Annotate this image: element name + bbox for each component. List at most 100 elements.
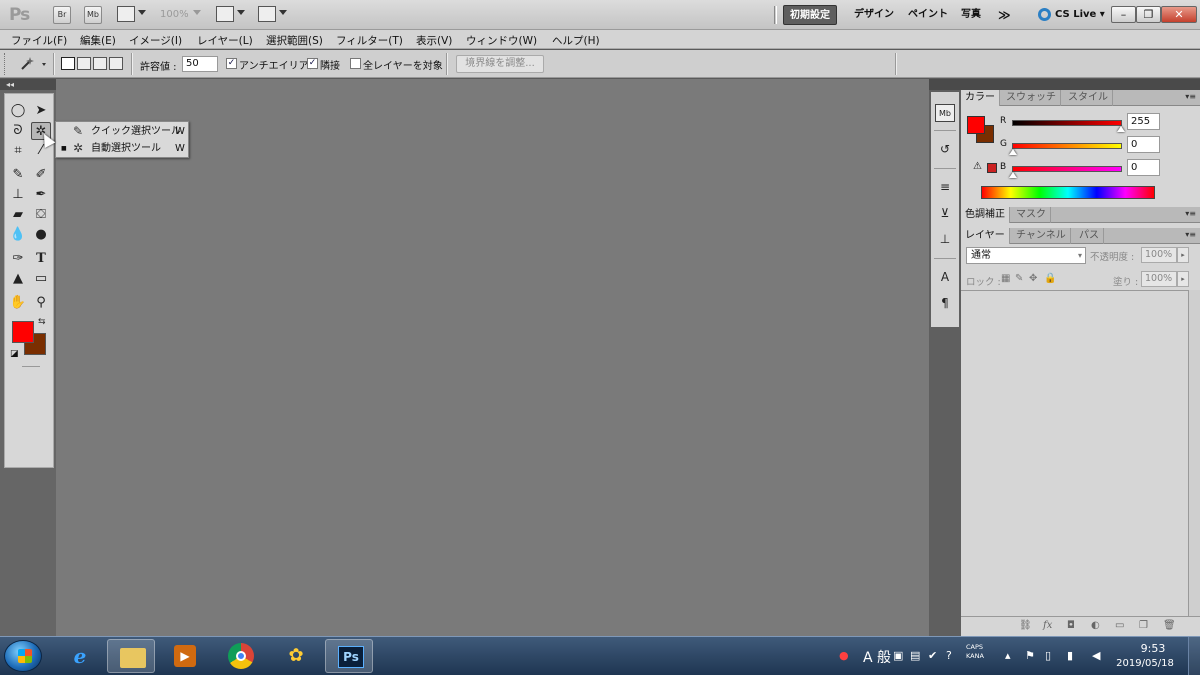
workspace-photography-button[interactable]: 写真	[955, 5, 987, 25]
tab-adjustments[interactable]: 色調補正	[961, 207, 1010, 223]
color-foreground-swatch[interactable]	[967, 116, 985, 134]
dock-collapse-button[interactable]	[929, 79, 961, 90]
slider-thumb[interactable]	[1009, 172, 1017, 178]
foreground-color-swatch[interactable]	[12, 321, 34, 343]
new-group-icon[interactable]: ▭	[1115, 620, 1124, 631]
tab-color[interactable]: カラー	[961, 90, 1000, 106]
new-layer-icon[interactable]: ❐	[1139, 620, 1148, 631]
blur-icon[interactable]: 💧	[8, 226, 28, 244]
fill-slider-arrow-icon[interactable]: ▸	[1177, 271, 1189, 287]
tool-presets-icon[interactable]: ⊥	[935, 230, 955, 248]
tab-masks[interactable]: マスク	[1012, 207, 1051, 223]
cs-live-button[interactable]: CS Live ▾	[1038, 6, 1105, 24]
color-spectrum-bar[interactable]	[981, 186, 1155, 199]
add-mask-icon[interactable]: ◘	[1067, 620, 1075, 631]
menu-file[interactable]: ファイル(F)	[11, 33, 67, 48]
sample-all-layers-checkbox[interactable]	[350, 58, 361, 69]
show-hidden-icons-icon[interactable]: ▴	[1005, 649, 1011, 662]
options-bar-grip[interactable]	[4, 53, 6, 75]
dodge-icon[interactable]: ●	[31, 226, 51, 244]
paint-taskbar-button[interactable]: ✿	[271, 639, 319, 673]
menu-window[interactable]: ウィンドウ(W)	[466, 33, 537, 48]
close-button[interactable]: ✕	[1161, 6, 1197, 23]
pen-icon[interactable]: ✑	[8, 250, 28, 268]
arrange-documents-icon[interactable]	[216, 6, 234, 22]
minimize-button[interactable]: –	[1111, 6, 1136, 23]
rectangle-shape-icon[interactable]: ▭	[31, 270, 51, 288]
refine-edge-button[interactable]: 境界線を調整...	[456, 55, 544, 73]
gamut-swatch[interactable]	[987, 163, 997, 173]
chevron-down-icon[interactable]	[138, 10, 146, 15]
chrome-taskbar-button[interactable]	[216, 639, 264, 673]
lock-image-icon[interactable]: ✎	[1015, 273, 1023, 284]
usb-device-icon[interactable]: ▯	[1045, 649, 1051, 662]
lock-transparent-icon[interactable]: ▦	[1001, 273, 1010, 284]
tab-styles[interactable]: スタイル	[1064, 90, 1113, 106]
paint-bucket-icon[interactable]: ⛋	[31, 206, 51, 224]
blue-slider[interactable]	[1009, 166, 1122, 178]
link-layers-icon[interactable]: ⛓	[1019, 620, 1032, 631]
green-value-input[interactable]: 0	[1127, 136, 1160, 153]
document-canvas-area[interactable]	[56, 79, 929, 636]
new-selection-icon[interactable]	[61, 57, 75, 70]
type-icon[interactable]: T	[31, 250, 51, 268]
quick-mask-button[interactable]	[22, 366, 40, 368]
opacity-slider-arrow-icon[interactable]: ▸	[1177, 247, 1189, 263]
lock-all-icon[interactable]: 🔒	[1044, 273, 1056, 284]
layers-list[interactable]	[961, 290, 1200, 616]
clock-time[interactable]: 9:53	[1128, 642, 1178, 655]
history-brush-icon[interactable]: ✒	[31, 186, 51, 204]
chevron-down-icon[interactable]	[193, 10, 201, 15]
internet-explorer-taskbar-button[interactable]: e	[55, 639, 103, 673]
out-of-gamut-warning-icon[interactable]: ⚠	[973, 161, 982, 172]
mini-bridge-icon[interactable]: Mb	[935, 104, 955, 122]
red-slider[interactable]	[1012, 120, 1125, 132]
tools-collapse-button[interactable]: ◂◂	[0, 79, 56, 90]
volume-icon[interactable]: ◀	[1092, 649, 1100, 662]
view-extras-icon[interactable]	[117, 6, 135, 22]
history-icon[interactable]: ↺	[935, 140, 955, 158]
adjustment-layer-icon[interactable]: ◐	[1091, 620, 1100, 631]
hand-icon[interactable]: ✋	[8, 294, 28, 312]
move-icon[interactable]: ➤	[31, 102, 51, 120]
green-slider[interactable]	[1009, 143, 1122, 155]
workspace-painting-button[interactable]: ペイント	[902, 5, 954, 25]
ime-mode-indicator[interactable]: A 般	[863, 647, 891, 667]
tab-swatches[interactable]: スウォッチ	[1002, 90, 1061, 106]
slider-thumb[interactable]	[1009, 149, 1017, 155]
media-player-taskbar-button[interactable]: ▶	[160, 639, 208, 673]
eraser-icon[interactable]: ▰	[8, 206, 28, 224]
slider-thumb[interactable]	[1117, 126, 1125, 132]
marquee-icon[interactable]: ◯	[8, 102, 28, 120]
brush-icon[interactable]: ✐	[31, 166, 51, 184]
trash-icon[interactable]: 🗑	[1163, 620, 1176, 631]
action-center-flag-icon[interactable]: ⚑	[1025, 649, 1035, 662]
clock-date[interactable]: 2019/05/18	[1113, 658, 1177, 669]
default-colors-icon[interactable]: ◪	[10, 349, 19, 359]
blend-mode-select[interactable]: 通常 ▾	[966, 247, 1086, 264]
layers-scrollbar[interactable]	[1188, 290, 1200, 616]
screen-mode-icon[interactable]	[258, 6, 276, 22]
antialias-checkbox[interactable]: ✓	[226, 58, 237, 69]
notification-icon[interactable]: ●	[839, 649, 849, 662]
character-icon[interactable]: A	[935, 268, 955, 286]
swap-colors-icon[interactable]: ⇆	[38, 317, 46, 327]
workspace-design-button[interactable]: デザイン	[848, 5, 900, 25]
chevron-down-icon[interactable]	[237, 10, 245, 15]
flyout-item-quick-selection[interactable]: ✎ クイック選択ツール W	[56, 123, 188, 140]
flyout-item-magic-wand[interactable]: ■ ✲ 自動選択ツール W	[56, 140, 188, 157]
ime-dictionary-icon[interactable]: ▤	[910, 649, 920, 662]
start-button[interactable]	[4, 640, 42, 672]
ime-check-icon[interactable]: ✔	[928, 649, 937, 662]
clone-stamp-icon[interactable]: ⊥	[8, 186, 28, 204]
ime-tool-icon[interactable]: ▣	[893, 649, 903, 662]
mini-bridge-button[interactable]: Mb	[84, 6, 102, 24]
workspace-essentials-button[interactable]: 初期設定	[783, 5, 837, 25]
menu-select[interactable]: 選択範囲(S)	[266, 33, 323, 48]
restore-button[interactable]: ❐	[1136, 6, 1161, 23]
bridge-button[interactable]: Br	[53, 6, 71, 24]
intersect-selection-icon[interactable]	[109, 57, 123, 70]
healing-brush-icon[interactable]: ✎	[8, 166, 28, 184]
more-workspaces-button[interactable]: ≫	[992, 5, 1017, 25]
network-icon[interactable]: ▮	[1067, 649, 1073, 662]
